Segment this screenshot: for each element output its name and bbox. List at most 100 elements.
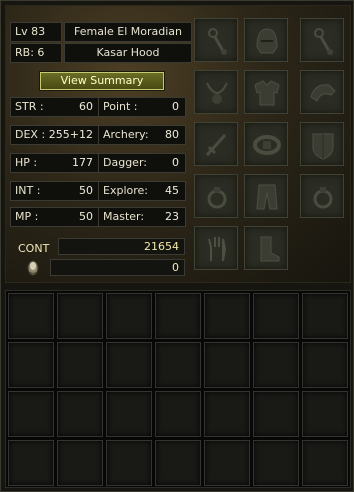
inventory-slot[interactable] <box>155 391 201 437</box>
gold-value-box: 0 <box>50 259 185 276</box>
stat-value: 50 <box>79 210 93 223</box>
character-name-box: Female El Moradian <box>64 22 192 42</box>
stat-value: 177 <box>72 156 93 169</box>
inventory-slot[interactable] <box>302 440 348 486</box>
stat-label: STR : <box>15 100 44 113</box>
equip-slot-pauldron[interactable] <box>300 70 344 114</box>
stat-label: Master: <box>103 210 145 223</box>
equip-slot-ring-right[interactable] <box>300 174 344 218</box>
stat-point: Point : 0 <box>98 97 186 117</box>
stat-explore[interactable]: Explore: 45 <box>98 181 186 201</box>
helmet-icon <box>256 28 278 54</box>
inventory-slot[interactable] <box>106 440 152 486</box>
inventory-slot[interactable] <box>8 391 54 437</box>
inventory-slot[interactable] <box>302 293 348 339</box>
pants-icon <box>256 184 278 210</box>
inventory-slot[interactable] <box>204 293 250 339</box>
cont-value-box: 21654 <box>58 238 185 255</box>
equip-slot-earring-left[interactable] <box>194 18 238 62</box>
stat-archery[interactable]: Archery: 80 <box>98 125 186 145</box>
equip-slot-boots[interactable] <box>244 226 288 270</box>
stat-value: 0 <box>172 156 179 169</box>
inventory-slot[interactable] <box>57 391 103 437</box>
inventory-slot[interactable] <box>253 293 299 339</box>
inventory-slot[interactable] <box>204 391 250 437</box>
necklace-icon <box>206 82 228 104</box>
belt-icon <box>253 135 281 155</box>
stat-label: Archery: <box>103 128 149 141</box>
cont-label: CONT <box>18 242 50 255</box>
weapon-icon <box>205 133 227 157</box>
inventory-slot[interactable] <box>155 440 201 486</box>
rebirth-label: RB: 6 <box>15 46 45 59</box>
level-box: Lv 83 <box>10 22 62 42</box>
equip-slot-shield[interactable] <box>300 122 344 166</box>
inventory-slot[interactable] <box>106 293 152 339</box>
stat-hp[interactable]: HP : 177 <box>10 153 100 173</box>
pauldron-icon <box>310 84 336 102</box>
inventory-slot[interactable] <box>8 342 54 388</box>
character-panel: Lv 83 Female El Moradian RB: 6 Kasar Hoo… <box>5 5 351 283</box>
equip-slot-pants[interactable] <box>244 174 288 218</box>
stat-mp[interactable]: MP : 50 <box>10 207 100 227</box>
stat-label: Point : <box>103 100 138 113</box>
inventory-slot[interactable] <box>155 293 201 339</box>
equip-slot-ring-left[interactable] <box>194 174 238 218</box>
armor-icon <box>254 80 280 106</box>
equip-slot-armor[interactable] <box>244 70 288 114</box>
gold-coin-icon <box>27 260 39 276</box>
inventory-grid <box>5 290 351 488</box>
cont-value: 21654 <box>144 240 179 253</box>
stat-value: 80 <box>165 128 179 141</box>
stat-label: MP : <box>15 210 39 223</box>
level-label: Lv 83 <box>15 25 46 38</box>
stat-dex[interactable]: DEX : 255+12 <box>10 125 100 145</box>
stat-value: 0 <box>172 100 179 113</box>
earring-icon <box>314 28 333 55</box>
inventory-slot[interactable] <box>8 440 54 486</box>
equip-slot-gloves[interactable] <box>194 226 238 270</box>
gloves-icon <box>208 237 227 262</box>
inventory-slot[interactable] <box>253 440 299 486</box>
stat-value: 50 <box>79 184 93 197</box>
stat-label: DEX : <box>15 128 46 141</box>
inventory-slot[interactable] <box>106 342 152 388</box>
character-title: Kasar Hood <box>96 46 160 59</box>
stat-int[interactable]: INT : 50 <box>10 181 100 201</box>
inventory-slot[interactable] <box>57 293 103 339</box>
stat-master[interactable]: Master: 23 <box>98 207 186 227</box>
inventory-slot[interactable] <box>106 391 152 437</box>
shield-icon <box>312 133 334 160</box>
inventory-slot[interactable] <box>57 342 103 388</box>
stat-label: INT : <box>15 184 41 197</box>
equip-slot-helmet[interactable] <box>244 18 288 62</box>
ring-icon <box>313 187 333 209</box>
inventory-slot[interactable] <box>204 342 250 388</box>
stat-str[interactable]: STR : 60 <box>10 97 100 117</box>
equip-slot-necklace[interactable] <box>194 70 238 114</box>
inventory-slot[interactable] <box>253 391 299 437</box>
stat-value: 45 <box>165 184 179 197</box>
stat-value: 60 <box>79 100 93 113</box>
stat-dagger[interactable]: Dagger: 0 <box>98 153 186 173</box>
inventory-slot[interactable] <box>302 342 348 388</box>
boots-icon <box>260 236 280 262</box>
stat-label: Explore: <box>103 184 148 197</box>
view-summary-button[interactable]: View Summary <box>39 71 165 91</box>
stat-label: Dagger: <box>103 156 147 169</box>
stat-value: 255+12 <box>48 128 93 141</box>
rebirth-box: RB: 6 <box>10 43 62 63</box>
inventory-slot[interactable] <box>204 440 250 486</box>
equip-slot-belt[interactable] <box>244 122 288 166</box>
character-title-box: Kasar Hood <box>64 43 192 63</box>
equip-slot-weapon[interactable] <box>194 122 238 166</box>
stat-label: HP : <box>15 156 38 169</box>
inventory-slot[interactable] <box>155 342 201 388</box>
inventory-slot[interactable] <box>253 342 299 388</box>
earring-icon <box>208 28 227 55</box>
inventory-slot[interactable] <box>57 440 103 486</box>
inventory-slot[interactable] <box>302 391 348 437</box>
equip-slot-earring-right[interactable] <box>300 18 344 62</box>
inventory-slot[interactable] <box>8 293 54 339</box>
character-name: Female El Moradian <box>73 25 182 38</box>
